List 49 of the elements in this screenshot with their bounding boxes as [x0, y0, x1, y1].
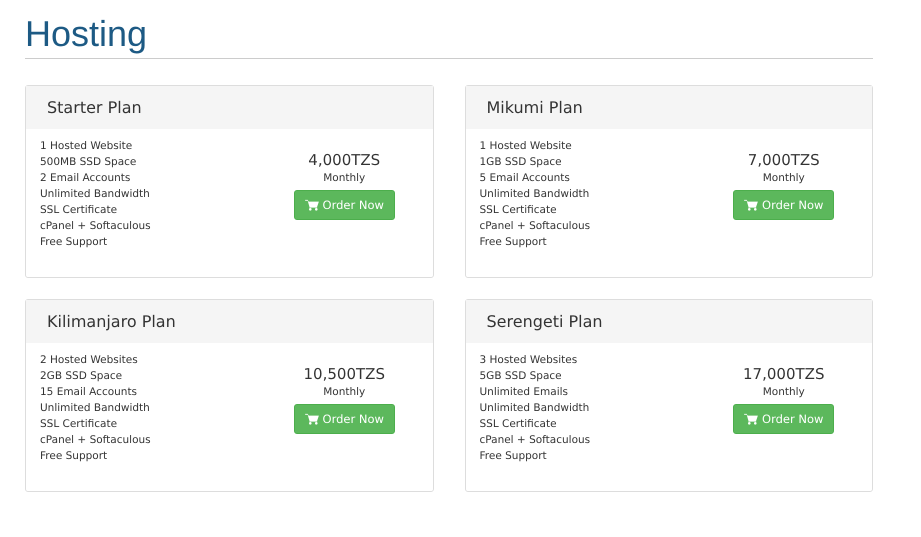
feature-text: Free Support: [40, 449, 108, 464]
feature-text: 3 Hosted Websites: [480, 353, 578, 368]
feature-text: 5GB SSD Space: [480, 369, 563, 384]
period-text: Monthly: [323, 171, 366, 186]
feature-text: Unlimited Bandwidth: [40, 401, 151, 416]
feature-text: Unlimited Bandwidth: [40, 187, 151, 202]
order-button[interactable]: Order Now: [294, 404, 395, 434]
feature-text: 1 Hosted Website: [40, 139, 134, 154]
feature-text: SSL Certificate: [480, 203, 558, 218]
price-text: 10,500TZS: [304, 364, 385, 384]
feature-text: 2GB SSD Space: [40, 369, 124, 384]
feature-text: Free Support: [480, 235, 548, 250]
feature-text: 1 Hosted Website: [480, 139, 573, 154]
cart-icon: [304, 199, 319, 211]
period-text: Monthly: [762, 171, 805, 186]
feature-text: cPanel + Softaculous: [40, 219, 152, 234]
price-text: 17,000TZS: [743, 364, 824, 384]
feature-text: 5 Email Accounts: [480, 171, 571, 186]
feature-text: Unlimited Emails: [480, 385, 570, 400]
cart-icon: [744, 199, 758, 211]
feature-text: 2 Email Accounts: [40, 171, 132, 186]
cart-icon: [744, 413, 758, 425]
order-button[interactable]: Order Now: [733, 190, 834, 220]
feature-text: 1GB SSD Space: [480, 155, 563, 170]
feature-text: SSL Certificate: [40, 417, 118, 432]
order-button[interactable]: Order Now: [733, 404, 834, 434]
feature-text: Unlimited Bandwidth: [480, 401, 590, 416]
page-title: Hosting: [25, 12, 148, 56]
feature-text: Unlimited Bandwidth: [480, 187, 590, 202]
feature-text: 15 Email Accounts: [40, 385, 138, 400]
feature-text: SSL Certificate: [40, 203, 118, 218]
period-text: Monthly: [762, 385, 805, 400]
feature-text: cPanel + Softaculous: [480, 219, 592, 234]
plan-name: Kilimanjaro Plan: [47, 312, 176, 331]
plan-name: Starter Plan: [47, 98, 142, 117]
plan-name: Mikumi Plan: [486, 98, 583, 117]
order-button[interactable]: Order Now: [294, 190, 395, 220]
price-text: 7,000TZS: [748, 150, 820, 170]
feature-text: cPanel + Softaculous: [480, 433, 592, 448]
feature-text: 2 Hosted Websites: [40, 353, 139, 368]
feature-text: Free Support: [40, 235, 108, 250]
feature-text: Free Support: [480, 449, 548, 464]
feature-text: cPanel + Softaculous: [40, 433, 152, 448]
feature-text: SSL Certificate: [480, 417, 558, 432]
feature-text: 500MB SSD Space: [40, 155, 138, 170]
period-text: Monthly: [323, 385, 366, 400]
price-text: 4,000TZS: [308, 150, 380, 170]
cart-icon: [304, 413, 319, 425]
plan-name: Serengeti Plan: [486, 312, 603, 331]
